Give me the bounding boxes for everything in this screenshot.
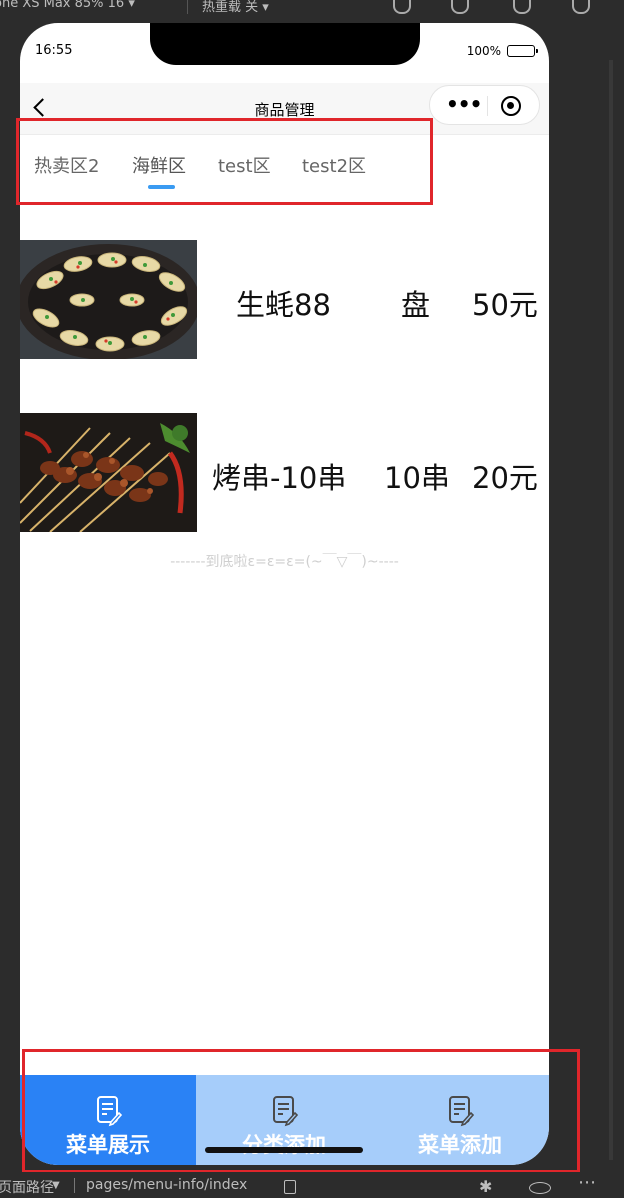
phone-notch [150,23,420,65]
capsule-divider [487,96,488,116]
stop-icon[interactable] [451,0,469,14]
status-divider [74,1178,75,1193]
close-target-icon[interactable] [501,96,521,116]
product-name: 生蚝88 [236,288,331,322]
product-name: 烤串-10串 [212,461,347,495]
status-time: 16:55 [35,43,73,58]
eye-icon[interactable] [529,1182,551,1194]
end-of-list-hint: -------到底啦ε=ε=ε=(~￣▽￣)~---- [170,554,399,570]
battery-percent: 100% [466,44,501,58]
ide-scrollbar[interactable] [609,60,613,1160]
status-battery: 100% [466,44,538,58]
copy-icon[interactable] [284,1180,296,1194]
product-item[interactable]: 生蚝88 盘 50元 [20,240,549,360]
ide-status-bar: 页面路径 ▼ pages/menu-info/index ✱ ⋯ [0,1172,624,1198]
more-options-icon[interactable]: ••• [446,94,482,114]
mini-program-capsule: ••• [429,85,540,125]
toolbar-divider [187,0,188,14]
window-icon[interactable] [572,0,590,14]
phone-icon[interactable] [513,0,531,14]
battery-icon [507,45,538,57]
product-price: 20元 [472,461,538,495]
chevron-down-icon[interactable]: ▼ [52,1180,60,1191]
annotation-box-tabbar [22,1049,580,1173]
hot-reload-selector[interactable]: 热重载 关 ▾ [202,0,269,15]
refresh-icon[interactable] [393,0,411,14]
annotation-box-tabs [16,118,433,205]
page-path-label: 页面路径 [0,1180,54,1196]
more-icon[interactable]: ⋯ [578,1172,596,1193]
bug-icon[interactable]: ✱ [479,1177,492,1196]
device-selector[interactable]: one XS Max 85% 16 ▾ [0,0,135,11]
product-item[interactable]: 烤串-10串 10串 20元 [20,413,549,533]
ide-toolbar: one XS Max 85% 16 ▾ 热重载 关 ▾ [0,0,624,20]
product-image-skewers [20,413,197,532]
product-image-oysters [20,240,197,359]
product-unit: 10串 [384,461,450,495]
product-price: 50元 [472,288,538,322]
page-path: pages/menu-info/index [86,1177,248,1193]
product-unit: 盘 [401,288,431,322]
